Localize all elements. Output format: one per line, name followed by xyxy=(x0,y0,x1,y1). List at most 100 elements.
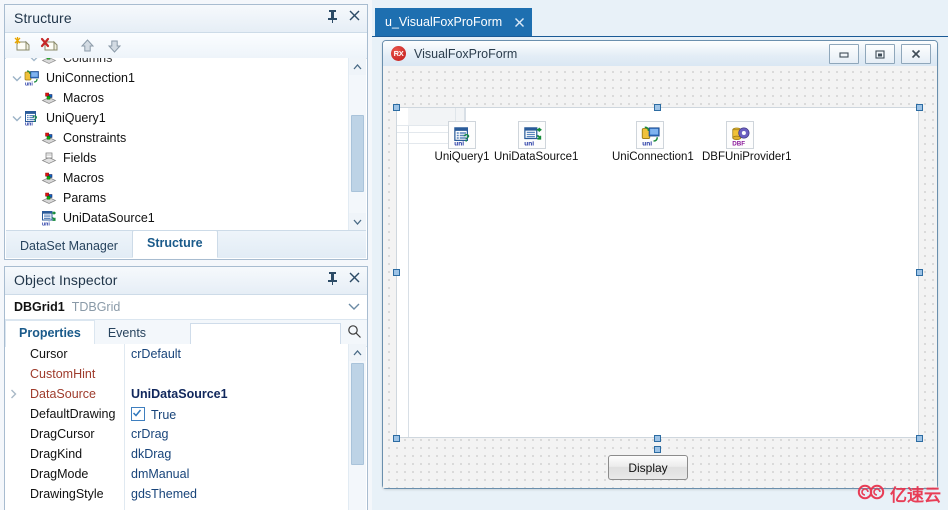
property-value[interactable]: dkDrag xyxy=(124,447,171,461)
tab-events[interactable]: Events xyxy=(95,321,159,346)
component-uniquery1[interactable]: ? uni UniQuery1 xyxy=(424,121,500,163)
form-canvas[interactable]: ? uni UniQuery1 uni UniDataSource1 uni UniConn… xyxy=(383,66,937,488)
checkbox-checked-icon[interactable] xyxy=(131,406,145,421)
selection-handle-display-top[interactable] xyxy=(654,446,661,453)
property-row[interactable]: DefaultDrawing True xyxy=(6,404,366,424)
scroll-up-arrow-icon[interactable] xyxy=(349,58,366,75)
object-inspector-header: Object Inspector xyxy=(5,267,367,295)
property-grid-scrollbar[interactable] xyxy=(348,344,366,510)
component-label: UniDataSource1 xyxy=(494,151,579,163)
structure-tree[interactable]: Columns uni UniConnection1 Macros ? uni UniQue… xyxy=(6,58,366,230)
property-name: Cursor xyxy=(30,347,68,361)
chevron-down-icon[interactable] xyxy=(10,108,24,128)
fields-icon xyxy=(41,150,58,166)
tab-properties[interactable]: Properties xyxy=(5,320,95,346)
property-value[interactable]: gdsThemed xyxy=(124,487,197,501)
structure-toolbar xyxy=(5,33,367,59)
property-row[interactable]: DragKind dkDrag xyxy=(6,444,366,464)
inspector-tabs: Properties Events xyxy=(5,320,367,347)
svg-text:DBF: DBF xyxy=(732,141,745,147)
property-row[interactable]: DrawingStyle gdsThemed xyxy=(6,484,366,504)
pin-icon[interactable] xyxy=(326,271,340,286)
selection-handle-n[interactable] xyxy=(654,104,661,111)
selection-handle-e[interactable] xyxy=(916,269,923,276)
move-up-button[interactable] xyxy=(76,36,98,56)
uniquery-icon: ? uni xyxy=(24,110,41,128)
close-icon[interactable] xyxy=(348,271,362,286)
collection-icon xyxy=(41,130,58,146)
chevron-down-icon[interactable] xyxy=(347,300,361,314)
property-value[interactable]: dmManual xyxy=(124,467,189,481)
pin-icon[interactable] xyxy=(326,9,340,24)
selection-handle-w[interactable] xyxy=(393,269,400,276)
tab-u-visualfoxproform[interactable]: u_VisualFoxProForm xyxy=(375,8,533,36)
new-item-button[interactable] xyxy=(11,36,33,56)
selection-handle-sw[interactable] xyxy=(393,435,400,442)
scrollbar-thumb[interactable] xyxy=(351,115,364,192)
watermark: 亿速云 xyxy=(856,481,941,506)
component-dbfuniprovider1[interactable]: DBF DBFUniProvider1 xyxy=(702,121,791,163)
svg-text:uni: uni xyxy=(642,140,652,146)
component-uniconnection1[interactable]: uni UniConnection1 xyxy=(612,121,694,163)
chevron-down-icon[interactable] xyxy=(10,68,24,88)
maximize-button[interactable] xyxy=(865,44,895,64)
property-row[interactable]: Cursor crDefault xyxy=(6,344,366,364)
structure-tree-scrollbar[interactable] xyxy=(348,58,366,230)
tree-item[interactable]: Columns xyxy=(6,58,349,68)
property-value[interactable]: True xyxy=(124,406,176,422)
tab-dataset-manager[interactable]: DataSet Manager xyxy=(6,235,132,258)
display-button[interactable]: Display xyxy=(608,455,688,480)
property-value[interactable]: crDrag xyxy=(124,427,169,441)
scrollbar-thumb[interactable] xyxy=(351,363,364,465)
property-row[interactable]: DragCursor crDrag xyxy=(6,424,366,444)
tree-item-label: Macros xyxy=(63,171,104,185)
component-unidatasource1[interactable]: uni UniDataSource1 xyxy=(494,121,579,163)
collection-icon xyxy=(41,190,58,206)
selection-handle-nw[interactable] xyxy=(393,104,400,111)
property-row[interactable]: DataSource UniDataSource1 xyxy=(6,384,366,404)
watermark-text: 亿速云 xyxy=(890,486,941,506)
tree-item[interactable]: ? uni UniQuery1 xyxy=(6,108,349,128)
tree-item[interactable]: Constraints xyxy=(6,128,349,148)
property-value[interactable]: UniDataSource1 xyxy=(124,387,228,401)
tree-item[interactable]: Params xyxy=(6,188,349,208)
collection-icon xyxy=(41,170,58,186)
chevron-right-icon[interactable] xyxy=(6,389,20,399)
tree-item[interactable]: Fields xyxy=(6,148,349,168)
selection-handle-se[interactable] xyxy=(916,435,923,442)
tree-item[interactable]: Macros xyxy=(6,168,349,188)
rx-logo-icon: RX xyxy=(391,46,406,61)
unidatasource-icon: uni xyxy=(41,210,58,228)
selection-handle-s[interactable] xyxy=(654,435,661,442)
property-grid[interactable]: Cursor crDefault CustomHint DataSource UniDa… xyxy=(6,344,366,510)
search-input[interactable] xyxy=(190,323,341,345)
close-icon[interactable] xyxy=(348,9,362,24)
property-column-splitter[interactable] xyxy=(124,344,125,510)
selection-handle-ne[interactable] xyxy=(916,104,923,111)
move-down-button[interactable] xyxy=(103,36,125,56)
close-icon[interactable] xyxy=(512,15,526,29)
delete-item-button[interactable] xyxy=(38,36,60,56)
tab-structure[interactable]: Structure xyxy=(131,230,218,258)
object-selector[interactable]: DBGrid1 TDBGrid xyxy=(5,295,367,320)
tree-item-label: Macros xyxy=(63,91,104,105)
form-window-buttons xyxy=(829,44,931,64)
dbfuniprovider-icon: DBF xyxy=(726,121,754,149)
collection-icon xyxy=(41,58,58,66)
tree-item[interactable]: uni UniDataSource1 xyxy=(6,208,349,228)
tree-item[interactable]: Macros xyxy=(6,88,349,108)
search-icon[interactable] xyxy=(347,324,362,342)
scroll-down-arrow-icon[interactable] xyxy=(349,213,366,230)
close-button[interactable] xyxy=(901,44,931,64)
minimize-button[interactable] xyxy=(829,44,859,64)
tree-item[interactable]: uni UniConnection1 xyxy=(6,68,349,88)
property-row[interactable]: CustomHint xyxy=(6,364,366,384)
scroll-up-arrow-icon[interactable] xyxy=(349,344,366,361)
object-inspector-title: Object Inspector xyxy=(14,272,118,288)
property-value[interactable]: crDefault xyxy=(124,347,181,361)
chevron-down-icon[interactable] xyxy=(27,58,41,68)
property-row[interactable]: DragMode dmManual xyxy=(6,464,366,484)
tree-item-label: Constraints xyxy=(63,131,127,145)
svg-text:uni: uni xyxy=(454,141,464,147)
